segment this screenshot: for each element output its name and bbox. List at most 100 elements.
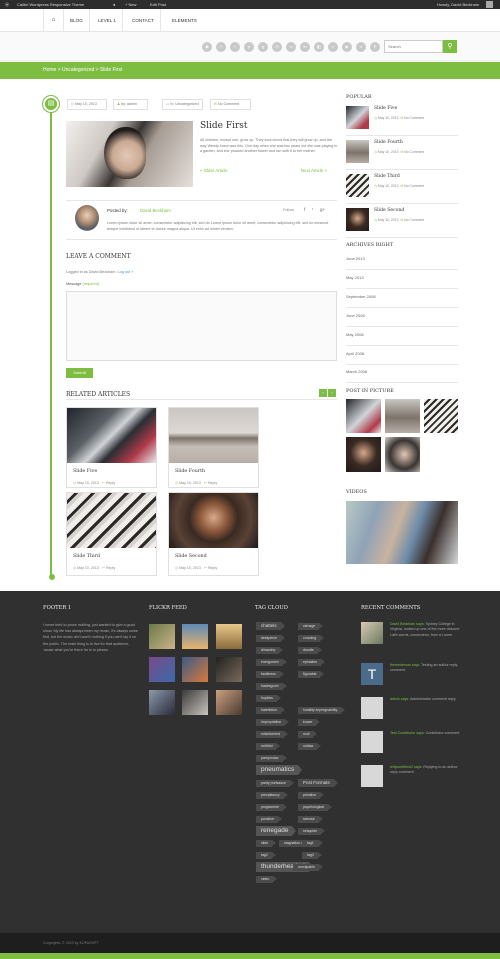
picture-thumb[interactable] [385, 437, 420, 472]
tag-link[interactable]: faultiness [256, 671, 284, 678]
tag-link[interactable]: Post Formats [298, 779, 338, 787]
facebook-icon[interactable]: f [216, 42, 226, 52]
tag-link[interactable]: ephialtes [298, 659, 326, 666]
twitter-icon[interactable]: t [230, 42, 240, 52]
tag-link[interactable]: parity portsaave [256, 780, 294, 787]
tag-link[interactable]: punisher [256, 816, 283, 823]
tag-link[interactable]: video [256, 876, 278, 883]
comment-author-link[interactable]: tellyworthtest2 says: [390, 765, 422, 769]
related-title[interactable]: Slide Third [73, 554, 100, 559]
related-reply-link[interactable]: Reply [208, 481, 217, 485]
related-title[interactable]: Slide Five [73, 469, 97, 474]
dribbble-icon[interactable]: ◎ [272, 42, 282, 52]
comment-text[interactable]: Contributor comment [426, 731, 460, 735]
picture-thumb[interactable] [424, 399, 458, 433]
logout-link[interactable]: Log out » [118, 270, 134, 274]
facebook-follow-icon[interactable]: f [304, 207, 305, 212]
breadcrumb[interactable]: Home > Uncategorized > Slide First [43, 62, 122, 79]
popular-title[interactable]: Slide Five [374, 106, 397, 111]
video-thumbnail[interactable] [346, 501, 458, 564]
picture-thumb[interactable] [346, 437, 381, 472]
archive-link[interactable]: September 2008 [346, 289, 458, 308]
tag-link[interactable]: slide [256, 840, 277, 847]
admin-avatar[interactable] [486, 1, 493, 8]
related-prev-button[interactable]: ‹ [319, 389, 327, 397]
related-reply-link[interactable]: Reply [106, 566, 115, 570]
wordpress-icon[interactable]: Ⓦ [5, 0, 9, 9]
nav-item-elements[interactable]: ELEMENTS [166, 9, 203, 32]
related-card[interactable]: Slide Third ◷ May 10, 2013 ↩ Reply [66, 492, 157, 576]
related-image-five[interactable] [67, 408, 156, 463]
comment-author-link[interactable]: themedemos says: [390, 663, 420, 667]
tag-link[interactable]: tag1 [302, 840, 322, 847]
skype-icon[interactable]: s [356, 42, 366, 52]
post-author[interactable]: ♟by: admin [113, 99, 148, 110]
twitter-follow-icon[interactable]: ᵗ [312, 207, 313, 212]
youtube-icon[interactable]: ▶ [342, 42, 352, 52]
flickr-photo[interactable] [149, 624, 175, 649]
next-article-link[interactable]: Next Article » [301, 168, 327, 173]
linkedin-icon[interactable]: in [300, 42, 310, 52]
tag-link[interactable]: pneumatics [256, 765, 303, 775]
archive-link[interactable]: April 2008 [346, 346, 458, 365]
tag-link[interactable]: cienage [298, 623, 324, 630]
related-card[interactable]: Slide Fourth ◷ May 10, 2013 ↩ Reply [168, 407, 259, 488]
archive-link[interactable]: May 2013 [346, 270, 458, 289]
tag-link[interactable]: precipitancy [256, 792, 288, 799]
popular-item[interactable]: Slide Second ◷ May 10, 2013 ✉ No Comment [346, 206, 458, 238]
flickr-photo[interactable] [216, 657, 242, 682]
flickr-photo[interactable] [149, 690, 175, 715]
pinterest-icon[interactable]: p [244, 42, 254, 52]
popular-item[interactable]: Slide Third ◷ May 10, 2013 ✉ No Comment [346, 172, 458, 204]
delicious-icon[interactable]: ◧ [314, 42, 324, 52]
tag-link[interactable]: sesquide [298, 828, 326, 835]
archive-link[interactable]: May 2008 [346, 327, 458, 346]
googleplus-icon[interactable]: g [258, 42, 268, 52]
flickr-icon[interactable]: •• [286, 42, 296, 52]
tag-link[interactable]: programme [256, 804, 287, 811]
comment-author-link[interactable]: admin says: [390, 697, 409, 701]
tag-link[interactable]: privation [298, 792, 325, 799]
related-card[interactable]: Slide Second ◷ May 10, 2013 ↩ Reply [168, 492, 259, 576]
post-category-text[interactable]: In: Uncategorized [170, 102, 198, 106]
flickr-photo[interactable] [216, 690, 242, 715]
older-article-link[interactable]: « Older Article [200, 168, 228, 173]
picture-thumb[interactable] [385, 399, 420, 433]
tag-link[interactable]: mirthful [256, 743, 282, 750]
related-image-third[interactable] [67, 493, 156, 548]
popular-comments[interactable]: No Comment [404, 150, 424, 154]
submit-button[interactable]: Submit [66, 368, 93, 378]
search-button[interactable]: ⚲ [443, 40, 457, 53]
location-icon[interactable]: ⚲ [370, 42, 380, 52]
tag-link[interactable]: pamprodac [256, 755, 286, 762]
flickr-photo[interactable] [182, 624, 208, 649]
popular-item[interactable]: Slide Fourth ◷ May 10, 2013 ✉ No Comment [346, 138, 458, 170]
post-comments[interactable]: ✉No Comment [210, 99, 251, 110]
tag-link[interactable]: energumen [256, 659, 287, 666]
popular-thumb[interactable] [346, 106, 369, 129]
related-image-second[interactable] [169, 493, 258, 548]
popular-item[interactable]: Slide Five ◷ May 10, 2013 ✉ No Comment [346, 104, 458, 136]
tag-link[interactable]: doodle [298, 647, 321, 654]
vimeo-icon[interactable]: v [328, 42, 338, 52]
rss-icon[interactable]: ◉ [202, 42, 212, 52]
tag-link[interactable]: impropriation [256, 719, 290, 726]
site-name-link[interactable]: Calibri Wordpress Responsive Theme [17, 0, 84, 9]
popular-thumb[interactable] [346, 208, 369, 231]
related-image-fourth[interactable] [169, 408, 258, 463]
popular-comments[interactable]: No Comment [404, 184, 424, 188]
flickr-photo[interactable] [182, 690, 208, 715]
googleplus-follow-icon[interactable]: g+ [320, 207, 325, 212]
related-card[interactable]: Slide Five ◷ May 10, 2013 ↩ Reply [66, 407, 157, 488]
related-next-button[interactable]: › [328, 389, 336, 397]
tag-link[interactable]: hopkiss [256, 695, 281, 702]
popular-comments[interactable]: No Comment [404, 218, 424, 222]
tag-link[interactable]: knave [298, 719, 321, 726]
tag-link[interactable]: psychological [298, 804, 333, 811]
picture-thumb[interactable] [346, 399, 381, 433]
popular-thumb[interactable] [346, 140, 369, 163]
tag-link[interactable]: ramose [298, 816, 323, 823]
howdy-link[interactable]: Howdy, David Beckham [437, 0, 479, 9]
tag-link[interactable]: figurable [298, 671, 325, 678]
popular-title[interactable]: Slide Second [374, 208, 404, 213]
